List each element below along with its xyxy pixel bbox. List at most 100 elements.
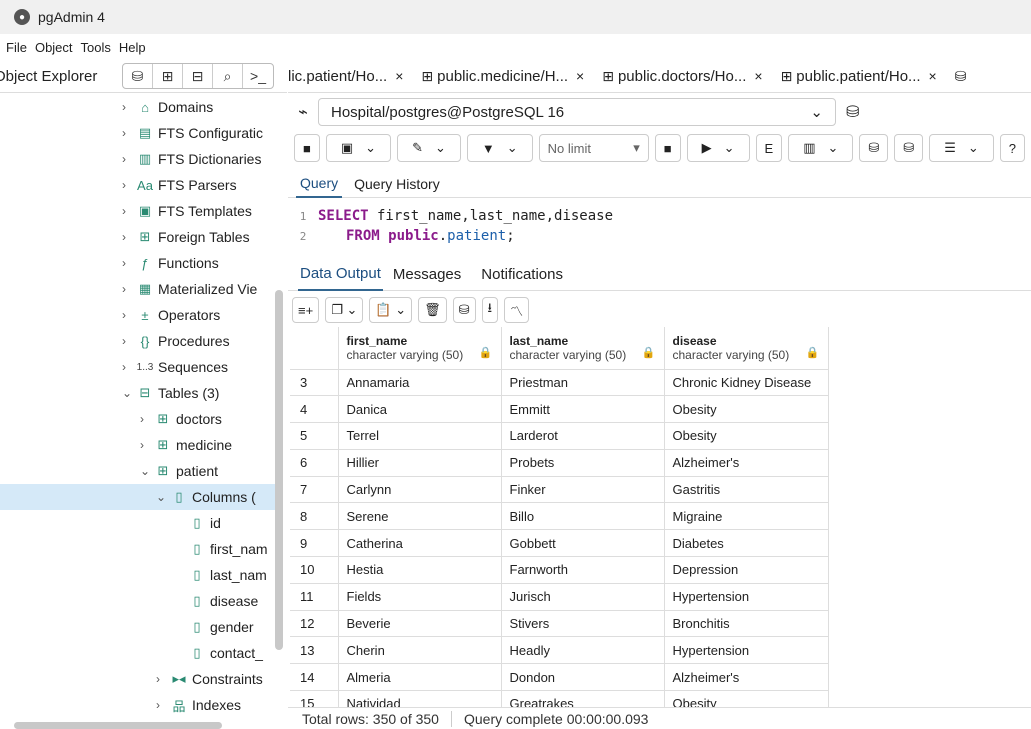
- row-number-cell[interactable]: 6: [290, 449, 339, 477]
- close-icon[interactable]: ×: [576, 68, 584, 84]
- help-button[interactable]: ?: [999, 134, 1025, 162]
- limit-select[interactable]: No limit ▾: [538, 134, 649, 162]
- chevron-right-icon[interactable]: ›: [122, 230, 136, 244]
- chevron-right-icon[interactable]: ›: [122, 126, 136, 140]
- table-cell[interactable]: Stivers: [501, 610, 665, 638]
- table-row[interactable]: 15 Natividad Greatrakes Obesity: [290, 690, 829, 707]
- tab-doctors[interactable]: ⊞ public.doctors/Ho... ×: [602, 68, 762, 85]
- tab-medicine[interactable]: ⊞ public.medicine/H... ×: [421, 68, 584, 85]
- tree-node[interactable]: › ⌂ Domains: [122, 94, 213, 120]
- table-cell[interactable]: Hypertension: [664, 583, 829, 611]
- table-cell[interactable]: Cherin: [338, 636, 502, 665]
- connection-select[interactable]: Hospital/postgres@PostgreSQL 16 ⌄: [318, 98, 836, 126]
- table-cell[interactable]: Migraine: [664, 502, 829, 531]
- table-cell[interactable]: Serene: [338, 502, 502, 531]
- table-cell[interactable]: Gastritis: [664, 476, 829, 504]
- tree-node[interactable]: › ƒ Functions: [122, 250, 219, 276]
- table-cell[interactable]: Annamaria: [338, 369, 502, 397]
- tree-node[interactable]: › ⊞ Foreign Tables: [122, 224, 250, 250]
- chevron-right-icon[interactable]: ›: [156, 698, 170, 712]
- tree-node[interactable]: › ▤ FTS Configuratic: [122, 120, 263, 146]
- table-row[interactable]: 3 Annamaria Priestman Chronic Kidney Diseas…: [290, 369, 829, 397]
- explain-analyze-button[interactable]: ▥ ⌄: [788, 134, 854, 162]
- table-cell[interactable]: Diabetes: [664, 529, 829, 558]
- table-cell[interactable]: Obesity: [664, 422, 829, 450]
- horizontal-scrollbar[interactable]: [14, 722, 222, 729]
- chevron-right-icon[interactable]: ›: [140, 412, 154, 426]
- table-cell[interactable]: Alzheimer's: [664, 663, 829, 692]
- column-header-last-name[interactable]: last_name character varying (50) 🔒: [501, 327, 665, 370]
- save-button[interactable]: ▣ ⌄: [325, 134, 392, 162]
- tree-node[interactable]: ▯ disease: [174, 588, 258, 614]
- chevron-down-icon[interactable]: ⌄: [140, 464, 154, 478]
- row-number-cell[interactable]: 3: [290, 369, 339, 397]
- graph-button[interactable]: 〽: [504, 297, 530, 323]
- table-cell[interactable]: Larderot: [501, 422, 665, 450]
- row-number-cell[interactable]: 8: [290, 502, 339, 531]
- tree-node[interactable]: ⌄ ⊞ patient: [140, 458, 218, 484]
- filter-rows-icon[interactable]: ⊟: [183, 64, 213, 88]
- tree-node[interactable]: › {} Procedures: [122, 328, 230, 354]
- tree-node[interactable]: ▯ gender: [174, 614, 253, 640]
- chevron-right-icon[interactable]: ›: [122, 178, 136, 192]
- table-row[interactable]: 6 Hillier Probets Alzheimer's: [290, 449, 829, 477]
- table-row[interactable]: 9 Catherina Gobbett Diabetes: [290, 529, 829, 558]
- chevron-right-icon[interactable]: ›: [122, 256, 136, 270]
- tree-node[interactable]: ▯ contact_: [174, 640, 263, 666]
- table-cell[interactable]: Natividad: [338, 690, 502, 707]
- table-row[interactable]: 4 Danica Emmitt Obesity: [290, 395, 829, 424]
- tree-node[interactable]: ⌄ ▯ Columns (: [0, 484, 275, 510]
- table-row[interactable]: 10 Hestia Farnworth Depression: [290, 556, 829, 584]
- table-cell[interactable]: Alzheimer's: [664, 449, 829, 477]
- chevron-right-icon[interactable]: ›: [122, 204, 136, 218]
- table-cell[interactable]: Billo: [501, 502, 665, 531]
- tree-node[interactable]: › Aa FTS Parsers: [122, 172, 237, 198]
- table-cell[interactable]: Hillier: [338, 449, 502, 477]
- explain-button[interactable]: E: [755, 134, 783, 162]
- search-icon[interactable]: ⌕: [213, 64, 243, 88]
- tab-notifications[interactable]: Notifications: [471, 266, 573, 283]
- table-cell[interactable]: Hestia: [338, 556, 502, 584]
- query-tool-tab-icon[interactable]: ⛁: [955, 68, 971, 85]
- tab-patient-1[interactable]: lic.patient/Ho... ×: [288, 68, 403, 85]
- table-cell[interactable]: Carlynn: [338, 476, 502, 504]
- table-row[interactable]: 13 Cherin Headly Hypertension: [290, 636, 829, 665]
- table-cell[interactable]: Beverie: [338, 610, 502, 638]
- table-cell[interactable]: Dondon: [501, 663, 665, 692]
- table-cell[interactable]: Farnworth: [501, 556, 665, 584]
- add-row-button[interactable]: ≡+: [292, 297, 320, 323]
- tree-node[interactable]: › ▣ FTS Templates: [122, 198, 252, 224]
- connection-status-icon[interactable]: ⌁: [288, 102, 318, 122]
- table-cell[interactable]: Probets: [501, 449, 665, 477]
- table-cell[interactable]: Priestman: [501, 369, 665, 397]
- table-cell[interactable]: Bronchitis: [664, 610, 829, 638]
- row-number-cell[interactable]: 11: [290, 583, 339, 611]
- table-row[interactable]: 11 Fields Jurisch Hypertension: [290, 583, 829, 611]
- tree-node[interactable]: › ± Operators: [122, 302, 220, 328]
- table-cell[interactable]: Emmitt: [501, 395, 665, 424]
- table-row[interactable]: 12 Beverie Stivers Bronchitis: [290, 610, 829, 638]
- table-row[interactable]: 5 Terrel Larderot Obesity: [290, 422, 829, 450]
- table-cell[interactable]: Obesity: [664, 395, 829, 424]
- tree-node[interactable]: › ▦ Materialized Vie: [122, 276, 257, 302]
- chevron-right-icon[interactable]: ›: [122, 360, 136, 374]
- tab-query[interactable]: Query: [296, 170, 343, 198]
- stop-button[interactable]: ■: [654, 134, 681, 162]
- row-number-cell[interactable]: 10: [290, 556, 339, 584]
- menu-file[interactable]: File: [6, 40, 27, 55]
- chevron-right-icon[interactable]: ›: [156, 672, 170, 686]
- download-button[interactable]: ⭳: [481, 297, 499, 323]
- row-number-cell[interactable]: 5: [290, 422, 339, 450]
- chevron-right-icon[interactable]: ›: [140, 438, 154, 452]
- chevron-right-icon[interactable]: ›: [122, 100, 136, 114]
- column-header-first-name[interactable]: first_name character varying (50) 🔒: [338, 327, 502, 370]
- chevron-down-icon[interactable]: ⌄: [156, 490, 170, 504]
- tree-node[interactable]: › 1..3 Sequences: [122, 354, 228, 380]
- chevron-right-icon[interactable]: ›: [122, 334, 136, 348]
- open-file-button[interactable]: ■: [294, 134, 320, 162]
- row-number-cell[interactable]: 15: [290, 690, 339, 707]
- close-icon[interactable]: ×: [929, 68, 937, 84]
- chevron-right-icon[interactable]: ›: [122, 282, 136, 296]
- table-cell[interactable]: Obesity: [664, 690, 829, 707]
- close-icon[interactable]: ×: [754, 68, 762, 84]
